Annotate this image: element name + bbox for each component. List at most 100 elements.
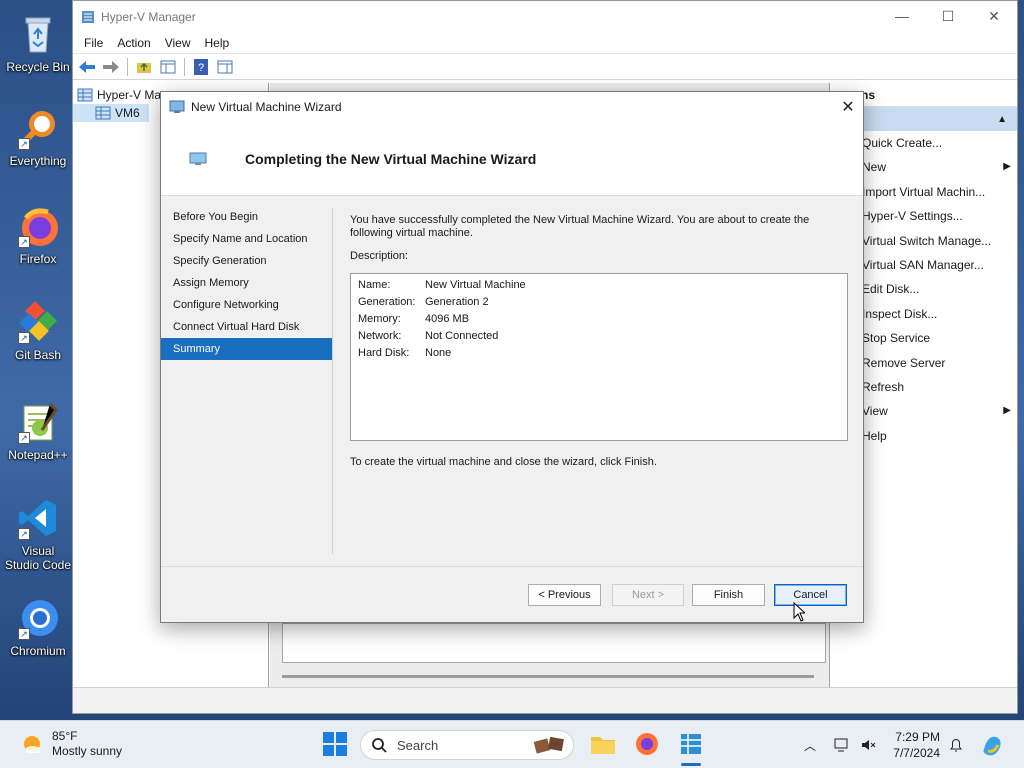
desktop-icon-notepad-plus-plus[interactable]: ↗ Notepad++ [4,400,72,462]
cancel-button[interactable]: Cancel [774,584,847,606]
menu-help[interactable]: Help [198,36,237,50]
window-title: Hyper-V Manager [101,9,196,24]
desktop-icon-git-bash[interactable]: ↗ Git Bash [4,300,72,362]
network-tray-icon-button[interactable] [834,721,852,768]
summary-key: Hard Disk: [358,347,410,359]
file-explorer-button[interactable] [590,731,616,757]
step-before-you-begin[interactable]: Before You Begin [161,206,333,228]
footer-separator [161,566,863,567]
mouse-cursor-icon [793,602,805,622]
hyperv-taskbar-button[interactable] [678,731,704,766]
action-label: Virtual Switch Manage... [862,233,992,248]
monitor-icon [189,152,207,165]
back-button[interactable] [77,57,97,77]
taskbar: 85°F Mostly sunny Search ︿ 7:29 PM 7/7/2… [0,720,1024,768]
tray-overflow-button[interactable]: ︿ [804,721,816,768]
window-titlebar[interactable]: Hyper-V Manager — ☐ ✕ [73,1,1017,32]
next-button[interactable]: Next > [612,584,684,606]
wizard-titlebar[interactable]: New Virtual Machine Wizard ✕ [161,92,863,122]
copilot-icon [983,736,1001,756]
back-arrow-icon [79,60,95,73]
summary-value: Generation 2 [425,296,489,308]
copilot-button[interactable] [980,721,1004,768]
desktop-icon-chromium[interactable]: ↗ Chromium [4,596,72,658]
desktop-icon-firefox[interactable]: ↗ Firefox [4,204,72,266]
forward-button[interactable] [101,57,121,77]
action-label: Refresh [862,379,905,394]
minimize-button[interactable]: — [879,8,925,25]
hyperv-server-icon [77,88,93,102]
action-pane-button[interactable] [215,57,235,77]
menu-action[interactable]: Action [110,36,157,50]
desktop-icon-label: Firefox [19,252,57,266]
menu-view[interactable]: View [158,36,198,50]
shortcut-arrow-icon: ↗ [18,138,30,150]
menu-bar: File Action View Help [73,32,1017,54]
intro-text: You have successfully completed the New … [350,214,810,239]
step-configure-networking[interactable]: Configure Networking [161,294,333,316]
summary-row: Network: Not Connected [358,328,840,345]
taskbar-clock[interactable]: 7:29 PM 7/7/2024 [880,729,940,761]
description-box[interactable]: Name: New Virtual Machine Generation: Gene… [350,273,848,441]
tree-item-vm6[interactable]: VM6 [73,104,149,122]
action-pane-icon [217,60,233,73]
shortcut-arrow-icon: ↗ [18,432,30,444]
close-dialog-button[interactable]: ✕ [833,97,863,117]
steps-divider [332,208,333,554]
start-button[interactable] [322,731,348,757]
volume-tray-button[interactable] [860,721,876,768]
desktop-icon-label: Notepad++ [8,448,68,462]
description-label: Description: [350,250,409,262]
action-label: Import Virtual Machin... [862,184,986,199]
desktop-icon-everything[interactable]: ↗ Everything [4,106,72,168]
step-specify-generation[interactable]: Specify Generation [161,250,333,272]
help-button[interactable]: ? [191,57,211,77]
show-hide-tree-button[interactable] [158,57,178,77]
summary-key: Memory: [358,313,401,325]
summary-row: Generation: Generation 2 [358,294,840,311]
taskbar-search[interactable]: Search [360,730,574,760]
shortcut-arrow-icon: ↗ [18,528,30,540]
summary-value: Not Connected [425,330,499,342]
search-highlight-icon [533,736,564,754]
tree-label: VM6 [115,106,140,120]
folder-up-icon [137,62,151,73]
firefox-icon [636,733,658,755]
server-node-icon [95,106,111,120]
firefox-taskbar-button[interactable] [634,731,660,757]
desktop-icon-label: Chromium [10,644,66,658]
up-folder-button[interactable] [134,57,154,77]
weather-widget[interactable]: 85°F Mostly sunny [20,729,122,759]
summary-row: Memory: 4096 MB [358,311,840,328]
status-bar [73,687,1017,713]
desktop-icon-vscode[interactable]: ↗ Visual Studio Code [4,496,72,572]
previous-button[interactable]: < Previous [528,584,601,606]
step-summary[interactable]: Summary [161,338,333,360]
step-assign-memory[interactable]: Assign Memory [161,272,333,294]
summary-row: Name: New Virtual Machine [358,277,840,294]
speaker-muted-icon [862,740,876,750]
action-label: Hyper-V Settings... [862,209,963,224]
desktop-icon-recycle-bin[interactable]: Recycle Bin [4,12,72,74]
notifications-button[interactable] [948,721,964,768]
desktop-icon-label: Git Bash [14,348,62,362]
submenu-arrow-icon: ▶ [1003,161,1011,173]
shortcut-arrow-icon: ↗ [18,332,30,344]
finish-button[interactable]: Finish [692,584,765,606]
search-placeholder: Search [397,737,439,753]
hyperv-app-icon [82,10,94,23]
horizontal-scrollbar[interactable] [282,675,814,678]
step-connect-virtual-hard-disk[interactable]: Connect Virtual Hard Disk [161,316,333,338]
sun-icon [24,736,40,753]
close-window-button[interactable]: ✕ [971,8,1017,25]
menu-file[interactable]: File [77,36,110,50]
step-specify-name-location[interactable]: Specify Name and Location [161,228,333,250]
toolbar: ? [73,54,1017,80]
maximize-button[interactable]: ☐ [925,8,971,25]
toolbar-separator [184,57,185,76]
collapse-up-icon: ▲ [997,113,1007,125]
shortcut-arrow-icon: ↗ [18,236,30,248]
desktop-icon-label: Recycle Bin [6,60,70,74]
summary-key: Name: [358,279,391,291]
desktop-icon-label: Everything [9,154,67,168]
